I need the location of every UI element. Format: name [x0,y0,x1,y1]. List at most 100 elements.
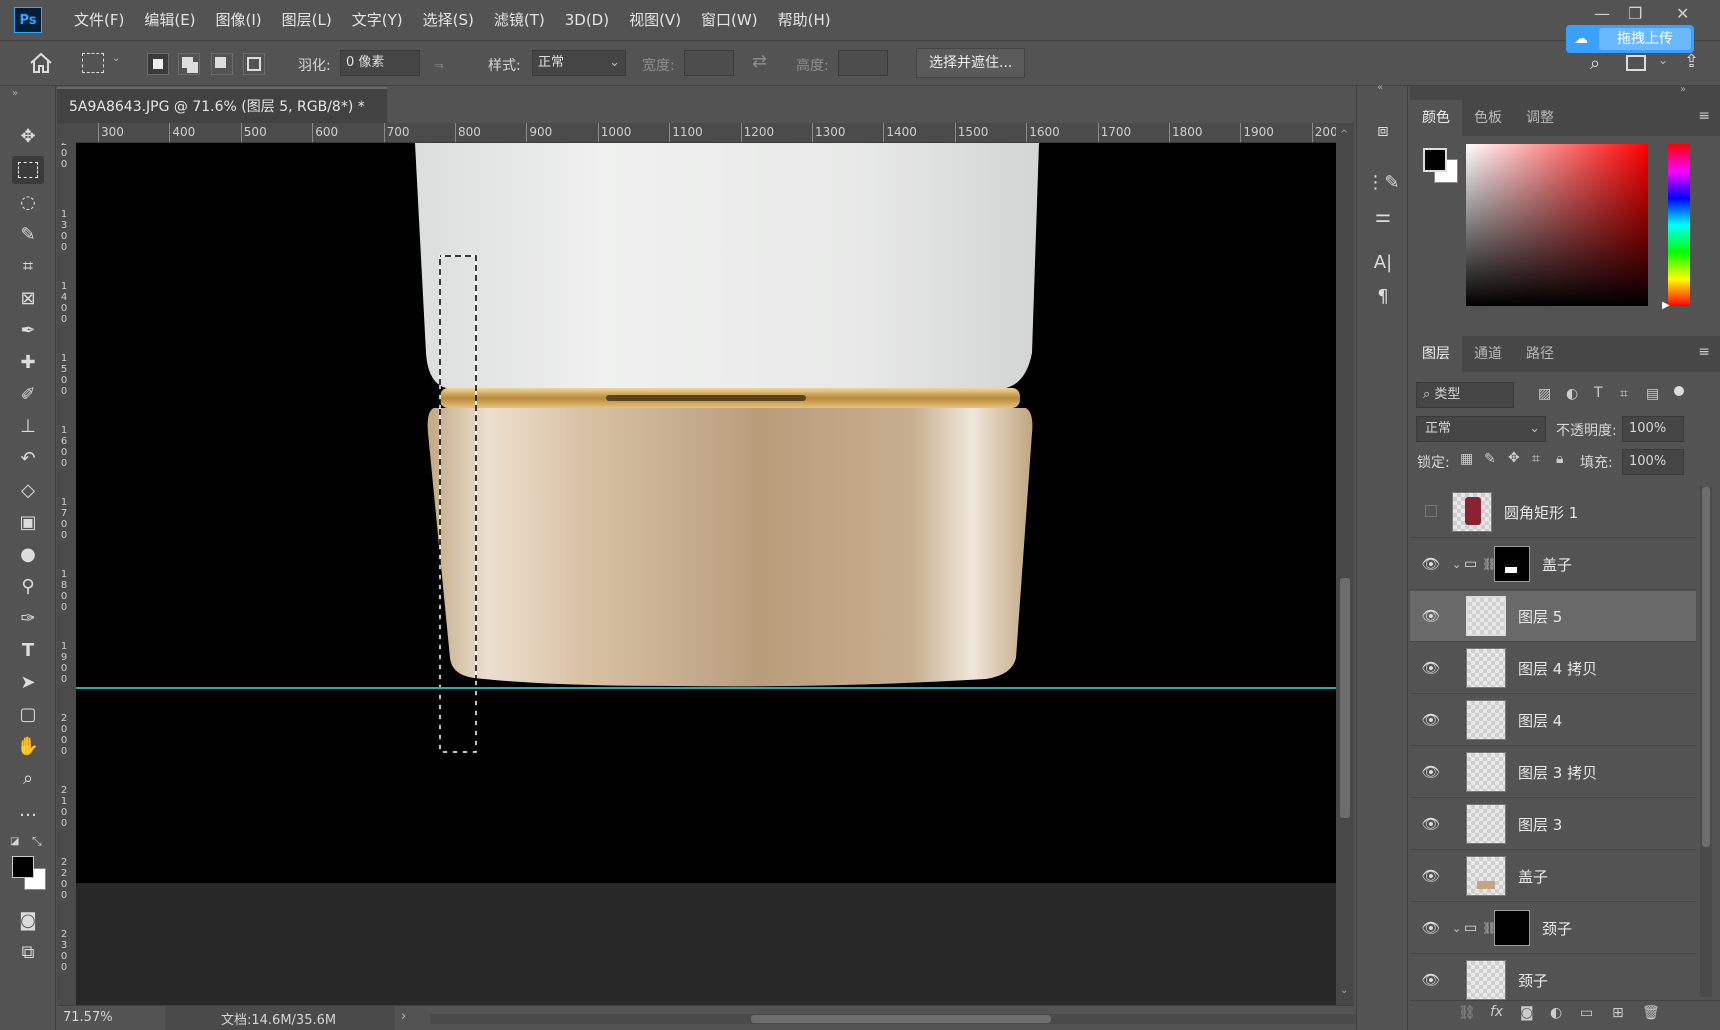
antialias-icon[interactable]: ⫬ [434,53,443,73]
swap-icon[interactable]: ⇄ [752,51,767,72]
restore-button[interactable]: ❐ [1628,4,1642,23]
new-group-icon[interactable]: ▭ [1580,1005,1593,1021]
history-brush-tool-icon[interactable]: ↶ [12,444,44,472]
eye-icon[interactable]: 👁︎ [1410,763,1452,781]
minimize-button[interactable]: — [1594,4,1610,23]
crop-tool-icon[interactable]: ⌗ [12,252,44,280]
canvas-area[interactable] [76,143,1336,1005]
lock-all-icon[interactable]: 🔒︎ [1556,451,1563,467]
hand-tool-icon[interactable]: ✋ [12,732,44,760]
tab-color[interactable]: 颜色 [1410,100,1462,136]
upload-button[interactable]: ☁ 拖拽上传 [1566,25,1694,53]
eye-icon[interactable]: 👁︎ [1410,659,1452,677]
brush-settings-icon[interactable]: ⋮✎ [1366,168,1399,196]
move-tool-icon[interactable]: ✥ [12,122,44,150]
zoom-readout[interactable]: 71.57% [63,1010,113,1025]
link-layers-icon[interactable]: ⛓︎ [1458,1005,1476,1021]
eraser-tool-icon[interactable]: ◇ [12,476,44,504]
fill-input[interactable]: 100% [1622,449,1684,475]
select-and-mask-button[interactable]: 选择并遮住... [916,48,1026,78]
color-field[interactable] [1466,144,1648,306]
eye-icon[interactable]: 👁︎ [1410,555,1452,573]
dodge-tool-icon[interactable]: ⚲ [12,572,44,600]
adjust-icon[interactable]: ⚌ [1369,202,1397,230]
hue-marker-icon[interactable]: ▶ [1662,300,1670,311]
pen-tool-icon[interactable]: ✑ [12,604,44,632]
menu-filter[interactable]: 滤镜(T) [484,0,555,40]
filter-smart-icon[interactable]: ▤ [1646,386,1659,402]
fx-icon[interactable]: fx [1490,1004,1503,1020]
more-tools-icon[interactable]: … [12,796,44,824]
horizontal-ruler[interactable]: 300 400 500 600 700 800 900 1000 1100 1200 1300 140… [76,123,1336,143]
scroll-down-icon[interactable]: ⌄ [1340,985,1348,996]
layer-row[interactable]: 👁︎ 图层 3 拷贝 [1410,747,1696,798]
opacity-input[interactable]: 100% [1622,416,1684,442]
link-icon[interactable]: ⛓︎ [1482,557,1497,571]
link-icon[interactable]: ⛓︎ [1482,921,1497,935]
add-selection-icon[interactable] [178,53,200,75]
menu-select[interactable]: 选择(S) [413,0,484,40]
horizontal-scrollbar[interactable] [431,1014,1357,1024]
chevron-down-icon[interactable]: ⌄ [1452,558,1464,571]
scroll-up-icon[interactable]: ^ [1340,129,1348,140]
lock-transparent-icon[interactable]: ▦ [1460,451,1473,467]
menu-file[interactable]: 文件(F) [64,0,134,40]
adjustment-layer-icon[interactable]: ◐ [1550,1005,1562,1021]
mask-thumbnail[interactable] [1494,910,1530,946]
blur-tool-icon[interactable]: ● [12,540,44,568]
filter-type-icon[interactable]: T [1594,385,1603,401]
workspace-icon[interactable] [1626,55,1646,71]
mask-thumbnail[interactable] [1494,546,1530,582]
tab-adjustments[interactable]: 调整 [1514,100,1566,136]
chevron-down-icon[interactable]: ⌄ [1658,53,1668,67]
shape-tool-icon[interactable]: ▢ [12,700,44,728]
frame-tool-icon[interactable]: ⊠ [12,284,44,312]
layers-scroll-thumb[interactable] [1702,487,1710,847]
lock-artboard-icon[interactable]: ⌗ [1532,451,1540,467]
menu-3d[interactable]: 3D(D) [555,0,619,40]
lock-pixels-icon[interactable]: ✎ [1484,451,1496,467]
panel-menu-icon[interactable]: ≡ [1698,108,1710,124]
collapse-icon[interactable]: » [1680,84,1686,95]
menu-image[interactable]: 图像(I) [206,0,272,40]
width-input[interactable] [684,50,734,76]
layer-row[interactable]: 👁︎ 图层 4 拷贝 [1410,643,1696,694]
eye-icon[interactable]: 👁︎ [1410,867,1452,885]
scrollbar-thumb[interactable] [1340,578,1350,818]
path-select-tool-icon[interactable]: ➤ [12,668,44,696]
tab-swatches[interactable]: 色板 [1462,100,1514,136]
style-select[interactable]: 正常 ⌄ [532,50,626,76]
filter-adjust-icon[interactable]: ◐ [1566,386,1578,402]
subtract-selection-icon[interactable] [211,53,233,75]
close-button[interactable]: ✕ [1676,4,1689,23]
type-tool-icon[interactable]: T [12,636,44,664]
eye-icon[interactable]: 👁︎ [1410,971,1452,989]
layer-row[interactable]: 👁︎ 图层 4 [1410,695,1696,746]
layer-row[interactable]: 👁︎ ⌄ ▭ ⛓︎ 颈子 [1410,903,1696,954]
document-tab[interactable]: 5A9A8643.JPG @ 71.6% (图层 5, RGB/8*) * × [57,87,387,151]
intersect-selection-icon[interactable] [243,53,265,75]
layer-row[interactable]: 👁︎ ⌄ ▭ ⛓︎ 盖子 [1410,539,1696,590]
collapse-icon[interactable]: « [1377,82,1383,93]
feather-input[interactable]: 0 像素 [340,50,420,76]
panel-menu-icon[interactable]: ≡ [1698,344,1710,360]
vertical-ruler[interactable]: 2 0 0 1 3 0 0 1 4 0 0 1 5 0 0 1 6 0 0 1 7 0 0… [57,143,76,1005]
hue-slider[interactable] [1668,144,1690,306]
collapse-icon[interactable]: » [12,88,18,99]
add-mask-icon[interactable]: ◙ [1520,1005,1534,1021]
height-input[interactable] [838,50,888,76]
chevron-down-icon[interactable]: ⌄ [1452,922,1464,935]
menu-type[interactable]: 文字(Y) [342,0,413,40]
new-selection-icon[interactable] [147,53,169,75]
status-menu-icon[interactable]: › [401,1009,406,1024]
eye-icon[interactable]: 👁︎ [1410,919,1452,937]
rect-marquee-preset-icon[interactable] [82,53,104,73]
character-icon[interactable]: A| [1369,248,1397,276]
layer-row[interactable]: 👁︎ 颈子 [1410,955,1696,1006]
default-colors-icon[interactable]: ◪ [10,836,24,850]
screen-mode-icon[interactable]: ⧉ [12,938,44,966]
blend-mode-select[interactable]: 正常 ⌄ [1416,416,1546,442]
gradient-tool-icon[interactable]: ▣ [12,508,44,536]
eye-icon[interactable]: 👁︎ [1410,815,1452,833]
filter-toggle-icon[interactable] [1674,386,1684,396]
